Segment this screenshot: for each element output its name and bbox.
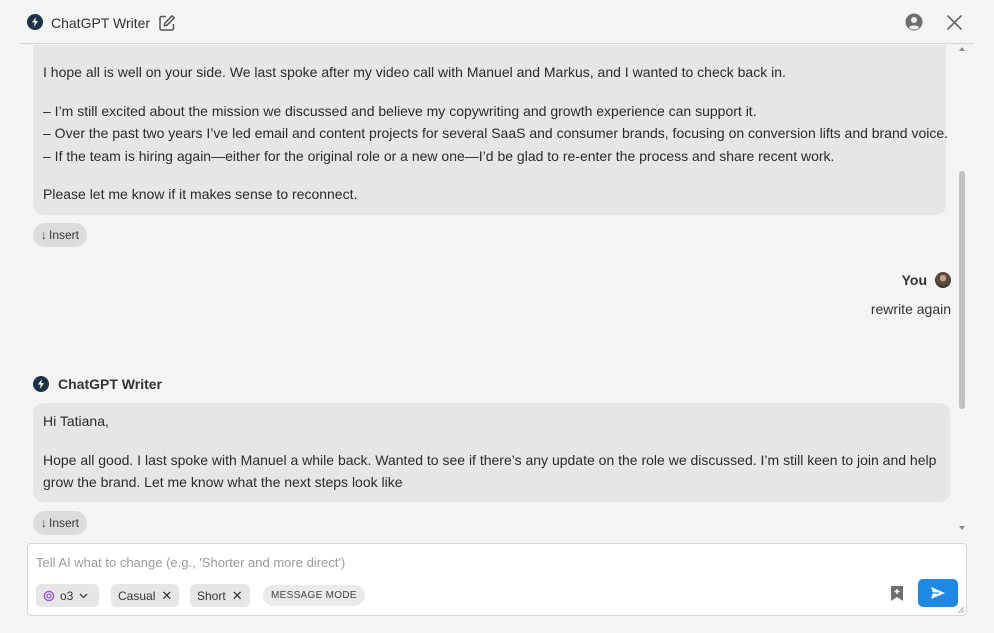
message-line: Please let me know if it makes sense to … [43,186,358,202]
remove-icon[interactable]: ✕ [161,588,172,604]
message-mode-button[interactable]: MESSAGE MODE [263,585,365,606]
close-icon[interactable] [946,14,963,31]
tone-chip[interactable]: Casual ✕ [111,584,180,607]
message-line: – If the team is hiring again—either for… [43,147,835,164]
assistant-message-bubble: Hi Tatiana, Hope all good. I last spoke … [33,403,950,502]
insert-button[interactable]: ↓ Insert [33,223,88,247]
message-line: – Over the past two years I’ve led email… [43,125,949,141]
model-selector[interactable]: o3 [36,584,99,607]
model-label: o3 [60,588,74,603]
message-line: grow the brand. Let me know what the nex… [43,474,403,490]
assistant-message-bubble: I hope all is well on your side. We last… [33,45,949,215]
bolt-logo-icon [27,14,43,30]
edit-icon[interactable] [158,14,176,32]
arrow-down-icon: ↓ [41,516,47,530]
send-icon [931,587,945,599]
message-line: Hope all good. I last spoke with Manuel … [43,451,937,468]
composer: o3 Casual ✕ Short ✕ MESSAGE MODE [27,543,967,616]
bolt-logo-icon [33,376,49,392]
user-message: rewrite again [870,301,951,317]
chat-history: I hope all is well on your side. We last… [0,45,994,535]
avatar [935,272,951,288]
message-line: I hope all is well on your side. We last… [43,64,786,80]
resize-grip-icon[interactable] [957,606,965,614]
remove-icon[interactable]: ✕ [232,588,243,604]
length-label: Short [197,588,226,603]
openai-icon [43,590,55,601]
account-icon[interactable] [905,13,923,31]
insert-label: Insert [49,228,80,242]
assistant-name: ChatGPT Writer [58,376,162,392]
user-message-header: You [902,272,951,288]
prompt-input[interactable] [36,552,936,572]
assistant-message-header: ChatGPT Writer [33,376,162,392]
user-name: You [901,272,927,288]
tone-label: Casual [118,588,156,603]
insert-button[interactable]: ↓ Insert [33,511,88,535]
bookmark-icon[interactable] [890,585,904,602]
chevron-down-icon [79,593,88,599]
arrow-down-icon: ↓ [41,228,47,242]
send-button[interactable] [918,579,958,607]
message-line: – I’m still excited about the mission we… [43,102,757,119]
scrollbar-thumb[interactable] [959,171,965,409]
message-greeting: Hi Tatiana, [43,413,109,429]
app-title: ChatGPT Writer [51,15,151,31]
scroll-down-arrow-icon[interactable] [958,524,966,532]
header: ChatGPT Writer [20,0,974,44]
insert-label: Insert [49,516,80,530]
scroll-up-arrow-icon[interactable] [958,45,966,53]
length-chip[interactable]: Short ✕ [190,584,250,607]
